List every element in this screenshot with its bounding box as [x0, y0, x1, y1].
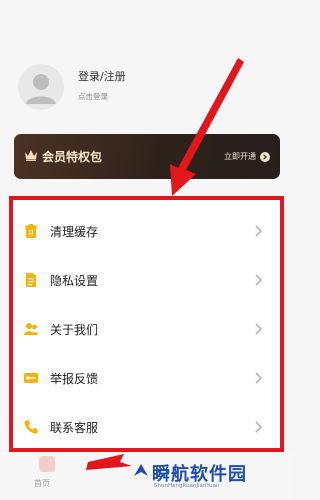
key-icon [23, 370, 39, 386]
chevron-right-icon [255, 225, 263, 237]
settings-menu: 清理缓存 隐私设置 关于我们 举报反馈 联系客服 [9, 196, 284, 452]
chevron-right-icon [255, 372, 263, 384]
watermark-logo-icon [134, 464, 148, 476]
phone-icon [23, 419, 39, 435]
watermark: 瞬航软件园 ShunHangRuanJianYuan [130, 458, 294, 498]
menu-item-label: 隐私设置 [50, 273, 99, 288]
chevron-right-icon [255, 421, 263, 433]
tab-home-label: 首页 [34, 479, 50, 488]
menu-item-label: 关于我们 [50, 322, 99, 337]
crown-icon [25, 150, 37, 161]
profile-screen: 登录/注册 点击登录 会员特权包 立即开通 清理缓存 隐私设置 关于我们 举报反… [0, 0, 294, 500]
login-subtitle: 点击登录 [78, 92, 108, 101]
vip-card[interactable]: 会员特权包 立即开通 [14, 134, 280, 179]
menu-item-privacy[interactable]: 隐私设置 [23, 265, 268, 295]
user-avatar-icon [18, 64, 64, 110]
login-entry[interactable]: 登录/注册 点击登录 [18, 64, 218, 112]
login-title[interactable]: 登录/注册 [78, 68, 126, 84]
tab-home[interactable]: 首页 [32, 456, 62, 496]
people-icon [23, 321, 39, 337]
vip-open-label: 立即开通 [224, 152, 256, 161]
menu-item-label: 清理缓存 [50, 224, 99, 239]
menu-item-clear-cache[interactable]: 清理缓存 [23, 216, 268, 246]
menu-item-label: 联系客服 [50, 420, 99, 435]
watermark-subtitle: ShunHangRuanJianYuan [154, 483, 220, 489]
avatar[interactable] [18, 64, 64, 110]
menu-item-about[interactable]: 关于我们 [23, 314, 268, 344]
menu-item-report[interactable]: 举报反馈 [23, 363, 268, 393]
home-icon [39, 456, 55, 472]
document-icon [23, 272, 39, 288]
trash-icon [23, 223, 39, 239]
vip-open-button[interactable]: 立即开通 [224, 151, 270, 162]
vip-title: 会员特权包 [42, 150, 103, 164]
arrow-right-circle-icon [260, 151, 270, 162]
chevron-right-icon [255, 323, 263, 335]
menu-item-label: 举报反馈 [50, 371, 99, 386]
chevron-right-icon [255, 274, 263, 286]
menu-item-contact[interactable]: 联系客服 [23, 412, 268, 442]
